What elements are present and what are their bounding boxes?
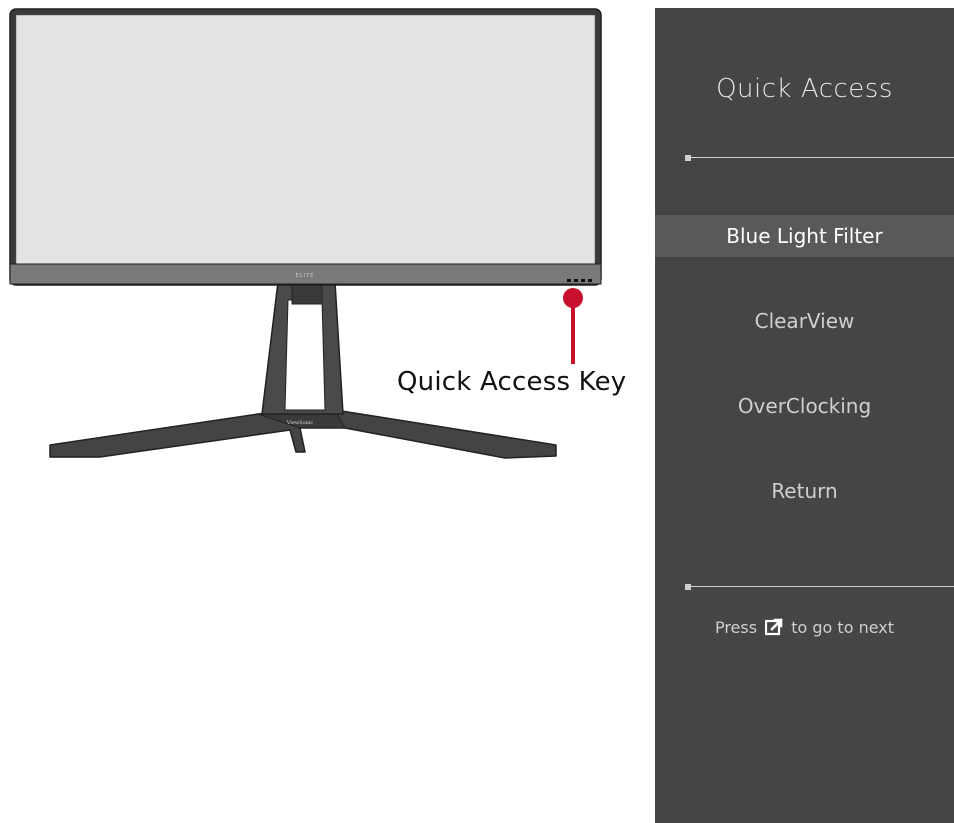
hint-prefix: Press <box>714 618 758 637</box>
quick-access-key-callout <box>563 288 583 364</box>
menu-item-return[interactable]: Return <box>655 470 954 512</box>
osd-divider-top <box>685 153 954 163</box>
monitor-stand-neck <box>261 281 344 415</box>
monitor-stand-base: ViewSonic <box>49 407 557 459</box>
monitor-screen <box>15 14 596 265</box>
menu-item-blue-light-filter[interactable]: Blue Light Filter <box>655 215 954 257</box>
quick-access-key-icon <box>765 618 783 636</box>
hint-suffix: to go to next <box>791 618 895 637</box>
osd-menu-panel: Quick Access Blue Light Filter ClearView… <box>655 8 954 823</box>
osd-divider-bottom <box>685 582 954 592</box>
menu-item-overclocking[interactable]: OverClocking <box>655 385 954 427</box>
bezel-text: ELITE <box>296 273 315 279</box>
menu-item-clearview[interactable]: ClearView <box>655 300 954 342</box>
quick-access-key-label: Quick Access Key <box>397 367 627 397</box>
stand-logo: ViewSonic <box>286 420 314 426</box>
osd-title: Quick Access <box>716 74 893 104</box>
osd-hint: Press to go to next <box>655 618 954 637</box>
monitor-illustration: ViewSonic ELITE <box>9 8 602 459</box>
osd-menu-list: Blue Light Filter ClearView OverClocking… <box>655 215 954 555</box>
monitor-body: ELITE <box>9 8 602 286</box>
